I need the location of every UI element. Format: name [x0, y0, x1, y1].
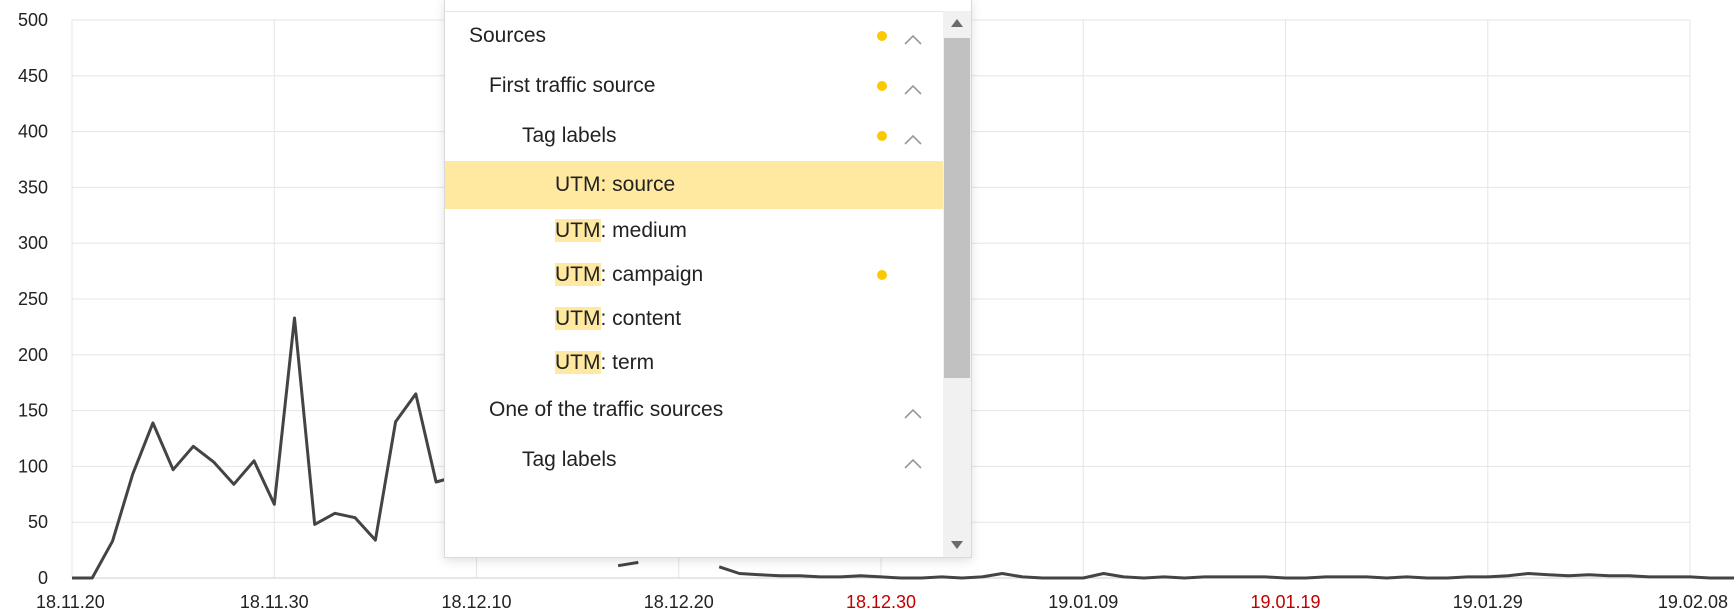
tree-item[interactable]: UTM: source	[445, 161, 943, 209]
tree-item-label: UTM: medium	[555, 219, 687, 243]
tree-item[interactable]: UTM: medium	[445, 209, 943, 253]
tree-item-label-rest: : medium	[600, 219, 687, 242]
tree-item[interactable]: Tag labels	[445, 111, 943, 161]
chevron-up-icon[interactable]	[904, 79, 922, 95]
tree-item[interactable]: First traffic source	[445, 61, 943, 111]
tree-item-label: UTM: campaign	[555, 263, 703, 287]
tree-item[interactable]: UTM: content	[445, 297, 943, 341]
tree-item-label: First traffic source	[489, 74, 656, 97]
selected-indicator-dot-icon	[877, 81, 887, 91]
x-tick-label: 19.01.29	[1453, 592, 1523, 612]
x-tick-label: 18.12.30	[846, 592, 916, 612]
x-tick-label: 18.11.20	[36, 592, 105, 612]
x-tick-label: 18.11.30	[240, 592, 309, 612]
attribute-dropdown[interactable]: Sources First traffic source Tag labels UTM…	[444, 0, 972, 558]
x-tick-label: 19.01.09	[1048, 592, 1118, 612]
search-match-highlight: UTM	[555, 351, 601, 374]
y-tick-label: 500	[18, 10, 48, 30]
x-tick-label: 19.01.19	[1250, 592, 1320, 612]
triangle-up-icon	[951, 19, 963, 27]
y-tick-label: 50	[28, 512, 48, 532]
tree-item-label: Tag labels	[522, 448, 617, 471]
chevron-up-icon[interactable]	[904, 403, 922, 419]
chevron-up-icon[interactable]	[904, 453, 922, 469]
tree-item-label: Sources	[469, 24, 547, 47]
y-tick-label: 200	[18, 345, 48, 365]
tree-item[interactable]: One of the traffic sources	[445, 385, 943, 435]
tree-item[interactable]: UTM: campaign	[445, 253, 943, 297]
triangle-down-icon	[951, 541, 963, 549]
search-match-highlight: UTM	[555, 307, 601, 330]
tree-item-label-rest: : source	[600, 173, 676, 196]
y-tick-label: 450	[18, 66, 48, 86]
tree-item[interactable]: UTM: term	[445, 341, 943, 385]
selected-indicator-dot-icon	[877, 31, 887, 41]
tree-item[interactable]: Sources	[445, 11, 943, 61]
tree-item-label: UTM: content	[555, 307, 681, 331]
chevron-up-icon[interactable]	[904, 29, 922, 45]
y-tick-label: 0	[38, 568, 48, 588]
x-tick-label: 19.02.08	[1658, 592, 1728, 612]
selected-indicator-dot-icon	[877, 270, 887, 280]
scroll-down-button[interactable]	[943, 533, 971, 557]
dropdown-scrollbar[interactable]	[943, 11, 971, 557]
series-line	[617, 560, 639, 568]
attribute-tree-list: Sources First traffic source Tag labels UTM…	[445, 11, 943, 485]
search-match-highlight: UTM	[555, 219, 601, 242]
tree-item-label: UTM: term	[555, 351, 654, 375]
y-tick-label: 400	[18, 122, 48, 142]
x-tick-label: 18.12.10	[441, 592, 511, 612]
series-line	[72, 316, 457, 580]
y-tick-label: 150	[18, 401, 48, 421]
x-tick-label: 18.12.20	[644, 592, 714, 612]
y-tick-label: 300	[18, 233, 48, 253]
y-tick-label: 100	[18, 456, 48, 476]
tree-item[interactable]: Tag labels	[445, 435, 943, 485]
chevron-up-icon[interactable]	[904, 129, 922, 145]
y-tick-label: 350	[18, 177, 48, 197]
scroll-up-button[interactable]	[943, 11, 971, 35]
search-match-highlight: UTM	[555, 263, 601, 286]
tree-item-label: One of the traffic sources	[489, 398, 724, 421]
tree-item-label: UTM: source	[555, 173, 675, 197]
series-line	[718, 565, 1734, 580]
tree-item-label-rest: : term	[600, 351, 655, 374]
tree-item-label: Tag labels	[522, 124, 617, 147]
selected-indicator-dot-icon	[877, 131, 887, 141]
search-match-highlight: UTM	[555, 173, 601, 196]
tree-item-label-rest: : campaign	[600, 263, 704, 286]
y-tick-label: 250	[18, 289, 48, 309]
scrollbar-thumb[interactable]	[944, 38, 970, 378]
tree-item-label-rest: : content	[600, 307, 682, 330]
